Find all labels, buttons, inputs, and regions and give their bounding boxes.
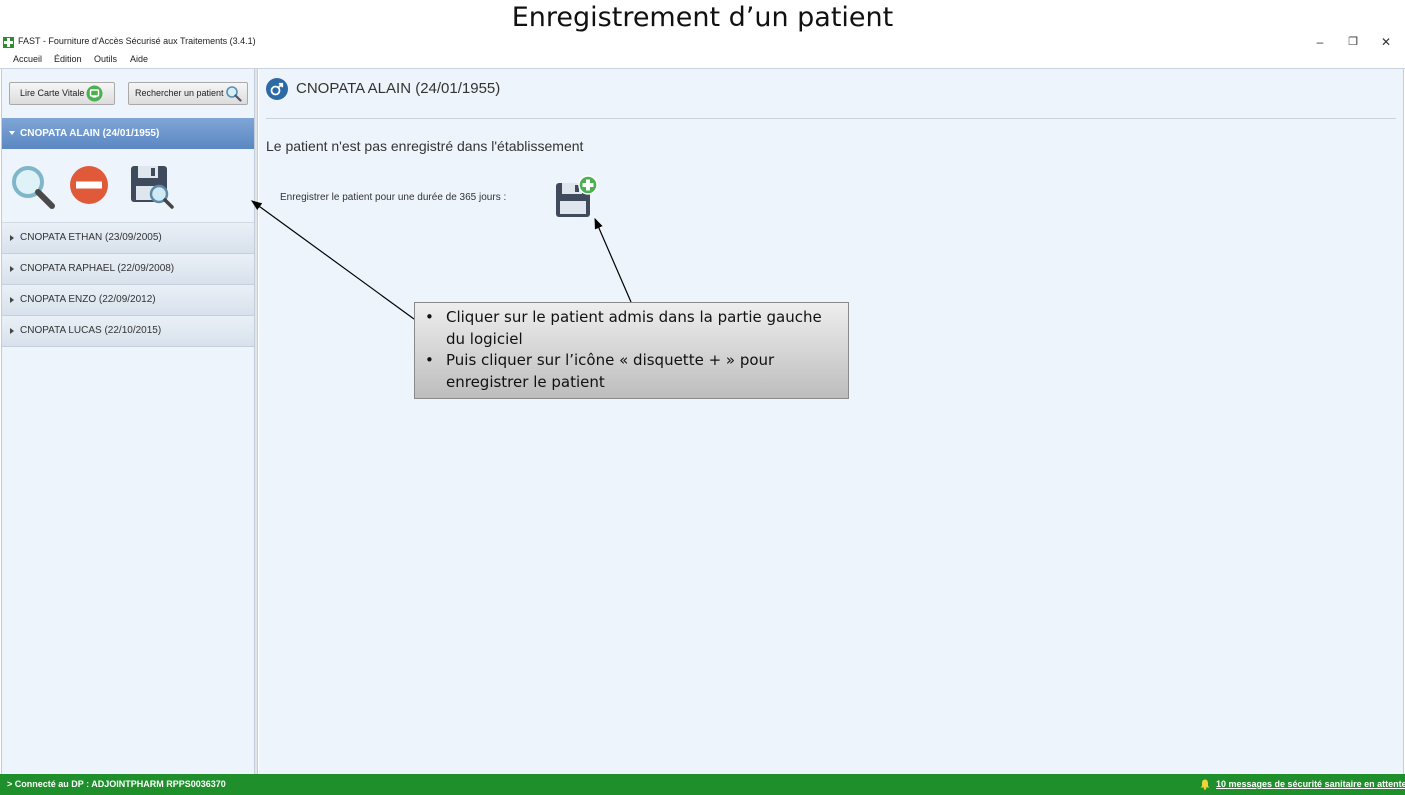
patient-item[interactable]: CNOPATA ETHAN (23/09/2005) (2, 223, 254, 254)
male-gender-icon (266, 78, 288, 100)
restore-button[interactable]: ❐ (1339, 34, 1367, 52)
patient-title: CNOPATA ALAIN (24/01/1955) (296, 80, 501, 97)
search-patient-label: Rechercher un patient (135, 88, 224, 98)
vitale-card-icon (86, 85, 103, 102)
patient-item[interactable]: CNOPATA ENZO (22/09/2012) (2, 285, 254, 316)
patient-item-selected[interactable]: CNOPATA ALAIN (24/01/1955) (2, 118, 254, 149)
read-vitale-card-label: Lire Carte Vitale (20, 88, 85, 98)
header-divider (266, 118, 1396, 119)
patient-detail-panel: CNOPATA ALAIN (24/01/1955) Le patient n'… (259, 69, 1404, 774)
app-logo-cross-icon (3, 37, 14, 48)
slide: Enregistrement d’un patient FAST - Fourn… (0, 0, 1405, 795)
collapsed-arrow-icon (10, 297, 14, 303)
expanded-arrow-icon (9, 131, 15, 135)
bell-icon (1200, 779, 1210, 790)
registration-status: Le patient n'est pas enregistré dans l'é… (266, 138, 584, 154)
search-icon (226, 86, 242, 102)
search-patient-button[interactable]: Rechercher un patient (128, 82, 248, 105)
status-bar: > Connecté au DP : ADJOINTPHARM RPPS0036… (0, 774, 1405, 795)
patient-item[interactable]: CNOPATA RAPHAEL (22/09/2008) (2, 254, 254, 285)
menu-edition[interactable]: Édition (54, 54, 82, 64)
collapsed-arrow-icon (10, 266, 14, 272)
collapsed-arrow-icon (10, 328, 14, 334)
save-plus-icon[interactable] (554, 175, 599, 220)
save-search-icon[interactable] (129, 164, 175, 210)
window-titlebar: FAST - Fourniture d'Accès Sécurisé aux T… (0, 34, 1405, 52)
collapsed-arrow-icon (10, 235, 14, 241)
patient-item-label: CNOPATA LUCAS (22/10/2015) (20, 325, 162, 336)
patient-item-label: CNOPATA ALAIN (24/01/1955) (20, 128, 160, 139)
patient-item[interactable]: CNOPATA LUCAS (22/10/2015) (2, 316, 254, 347)
panel-splitter[interactable] (255, 69, 258, 774)
patient-item-label: CNOPATA ETHAN (23/09/2005) (20, 232, 162, 243)
connection-status: > Connecté au DP : ADJOINTPHARM RPPS0036… (7, 779, 226, 789)
patient-actions (2, 149, 254, 223)
view-patient-search-icon[interactable] (10, 164, 56, 210)
instruction-step: Puis cliquer sur l’icône « disquette + »… (425, 350, 840, 393)
slide-title: Enregistrement d’un patient (511, 2, 894, 33)
patient-item-label: CNOPATA RAPHAEL (22/09/2008) (20, 263, 175, 274)
instruction-callout: Cliquer sur le patient admis dans la par… (414, 302, 849, 399)
instruction-step: Cliquer sur le patient admis dans la par… (425, 307, 840, 350)
read-vitale-card-button[interactable]: Lire Carte Vitale (9, 82, 115, 105)
security-messages-link[interactable]: 10 messages de sécurité sanitaire en att… (1216, 779, 1405, 789)
menu-bar: Accueil Édition Outils Aide (0, 52, 1405, 69)
menu-aide[interactable]: Aide (130, 54, 148, 64)
menu-outils[interactable]: Outils (94, 54, 117, 64)
menu-accueil[interactable]: Accueil (13, 54, 42, 64)
window-title: FAST - Fourniture d'Accès Sécurisé aux T… (18, 36, 256, 46)
register-duration-label: Enregistrer le patient pour une durée de… (280, 192, 507, 203)
minimize-button[interactable]: – (1306, 34, 1334, 52)
patient-sidebar: Lire Carte Vitale Rechercher un patient … (1, 69, 255, 774)
patient-item-label: CNOPATA ENZO (22/09/2012) (20, 294, 156, 305)
close-button[interactable]: ✕ (1372, 34, 1400, 52)
remove-patient-icon[interactable] (69, 165, 109, 205)
